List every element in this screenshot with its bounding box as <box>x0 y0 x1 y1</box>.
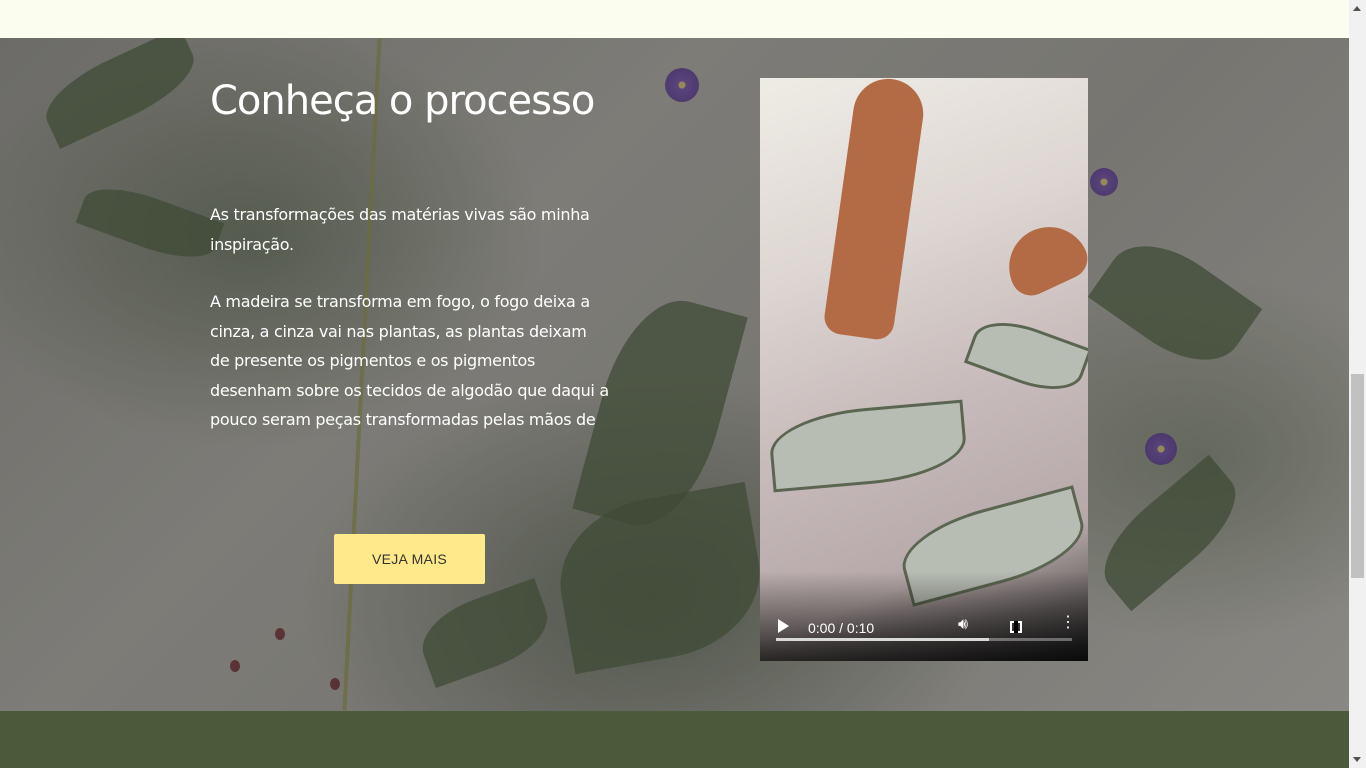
process-video[interactable]: 0:00 / 0:10 🔊︎ ⋮ <box>760 78 1088 661</box>
video-hand <box>996 213 1088 303</box>
process-section <box>0 38 1349 711</box>
process-paragraph: A madeira se transforma em fogo, o fogo … <box>210 292 609 430</box>
fullscreen-icon[interactable] <box>1010 621 1022 633</box>
scrollbar-thumb[interactable] <box>1351 374 1364 578</box>
scroll-down-icon[interactable] <box>1353 757 1361 762</box>
video-leaf <box>767 399 969 493</box>
video-progress-buffered <box>776 638 990 641</box>
section-title: Conheça o processo <box>210 78 595 124</box>
intro-paragraph: As transformações das matérias vivas são… <box>210 205 590 254</box>
video-progress-bar[interactable] <box>776 638 1072 641</box>
page: Conheça o processo As transformações das… <box>0 0 1366 768</box>
video-time: 0:00 / 0:10 <box>808 620 875 636</box>
video-hand <box>822 78 928 342</box>
see-more-button[interactable]: VEJA MAIS <box>334 534 485 584</box>
footer-section <box>0 711 1349 768</box>
video-leaf <box>963 309 1088 403</box>
background-overlay <box>0 38 1349 711</box>
scroll-up-icon[interactable] <box>1353 6 1361 11</box>
play-icon[interactable] <box>778 619 789 633</box>
top-strip <box>0 0 1349 38</box>
volume-icon[interactable]: 🔊︎ <box>958 616 968 634</box>
video-frame <box>760 78 1088 661</box>
video-controls: 0:00 / 0:10 🔊︎ ⋮ <box>760 601 1088 661</box>
page-scrollbar[interactable] <box>1349 0 1366 768</box>
more-options-icon[interactable]: ⋮ <box>1060 615 1076 631</box>
